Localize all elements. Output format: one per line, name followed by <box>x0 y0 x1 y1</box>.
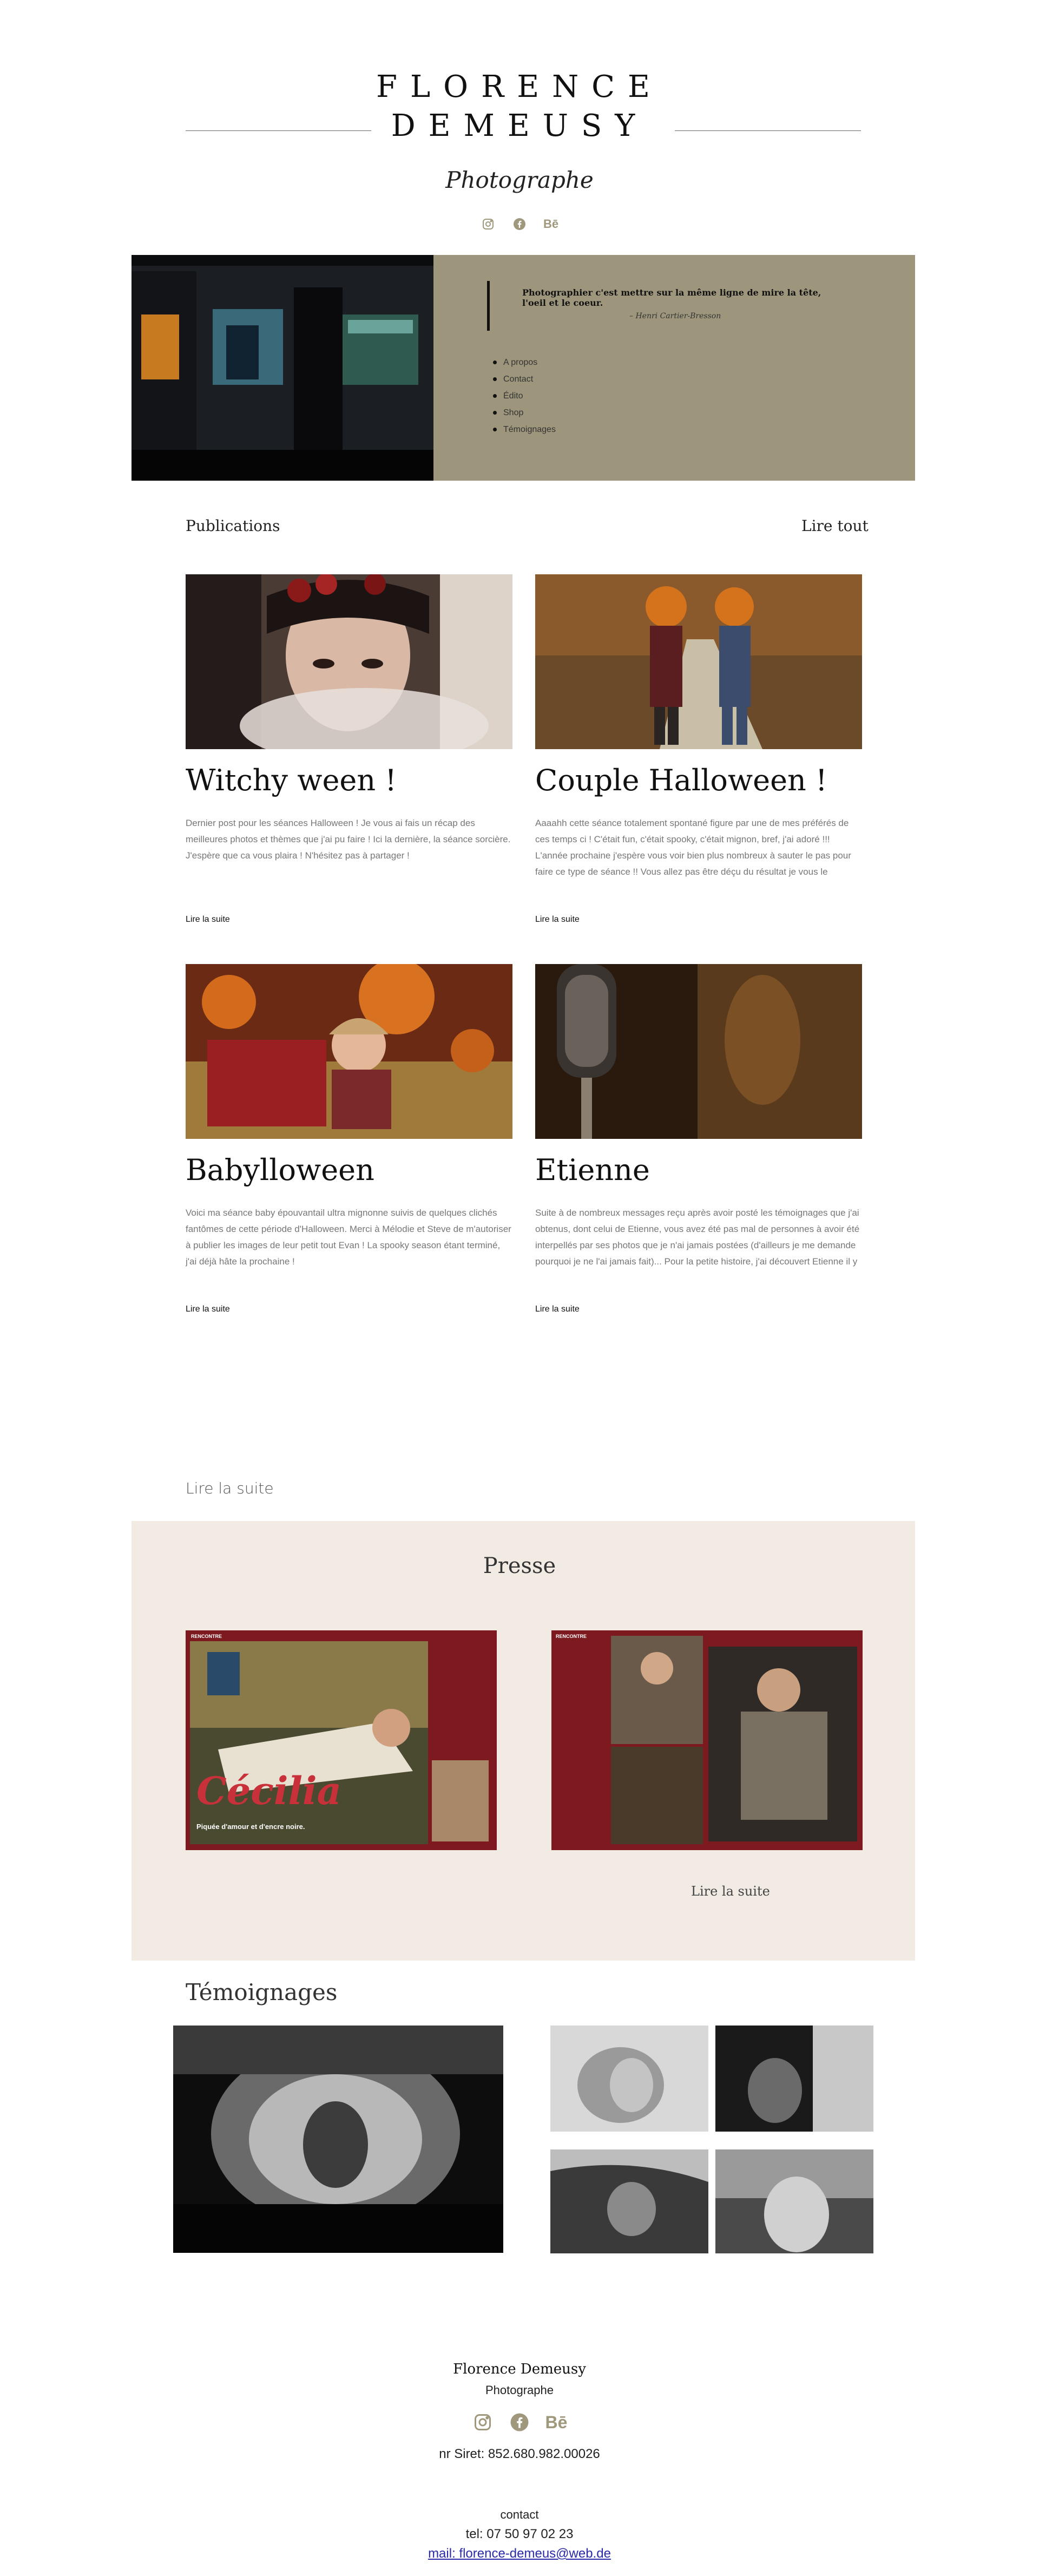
testimonial-photo[interactable] <box>715 2149 873 2253</box>
footer-contact-label: contact <box>500 2508 539 2521</box>
site-title[interactable]: FLORENCE DEMEUSY <box>0 68 1039 146</box>
quote-bar <box>487 281 490 331</box>
post-excerpt: Suite à de nombreux messages reçu après … <box>535 1208 860 1267</box>
temoignages-title: Témoignages <box>186 1979 338 2005</box>
social-bar-top: Bē <box>0 217 1039 232</box>
mag-caption: Piquée d'amour et d'encre noire. <box>196 1823 305 1831</box>
behance-icon[interactable]: Bē <box>543 217 558 232</box>
bullet-icon <box>493 360 497 364</box>
testimonial-photo[interactable] <box>550 2026 708 2132</box>
nav-label[interactable]: Contact <box>503 371 533 388</box>
bullet-icon <box>493 428 497 431</box>
mag-tag: RENCONTRE <box>191 1634 222 1639</box>
behance-icon[interactable]: Bē <box>545 2411 568 2433</box>
nav-label[interactable]: A propos <box>503 354 537 371</box>
nav-item-contact[interactable]: Contact <box>493 371 556 388</box>
facebook-icon[interactable] <box>509 2411 530 2433</box>
post-read-more-link[interactable]: Lire la suite <box>186 915 230 925</box>
site-title-line1[interactable]: FLORENCE <box>0 68 1039 107</box>
post-title[interactable]: Etienne <box>535 1153 650 1187</box>
publications-read-more-link[interactable]: Lire la suite <box>186 1479 274 1497</box>
post-read-more-link[interactable]: Lire la suite <box>186 1305 230 1314</box>
post-read-more-link[interactable]: Lire la suite <box>535 915 580 925</box>
post-excerpt: Voici ma séance baby épouvantail ultra m… <box>186 1208 511 1267</box>
testimonial-photo[interactable] <box>550 2149 708 2253</box>
hero-photo-subway <box>131 255 433 481</box>
mag-title: Cécilia <box>196 1768 342 1813</box>
title-divider-right <box>675 130 861 131</box>
title-divider-left <box>186 130 371 131</box>
hero-quote-author: – Henri Cartier-Bresson <box>629 312 721 320</box>
instagram-icon[interactable] <box>481 217 496 232</box>
publications-all-link[interactable]: Lire tout <box>801 517 869 535</box>
post-excerpt: Aaaahh cette séance totalement spontané … <box>535 818 851 877</box>
post-read-more-link[interactable]: Lire la suite <box>535 1305 580 1314</box>
presse-title: Presse <box>483 1554 556 1578</box>
post-title[interactable]: Couple Halloween ! <box>535 763 827 797</box>
mag-tag: RENCONTRE <box>556 1634 587 1639</box>
press-magazine-spread-2[interactable]: RENCONTRE <box>551 1630 863 1850</box>
post-image-couple-halloween[interactable] <box>535 574 862 749</box>
nav-label[interactable]: Témoignages <box>503 421 556 438</box>
hero-quote: Photographier c'est mettre sur la même l… <box>522 287 821 308</box>
post-title[interactable]: Witchy ween ! <box>186 763 397 797</box>
post-title[interactable]: Babylloween <box>186 1153 374 1187</box>
post-image-babylloween[interactable] <box>186 964 512 1139</box>
bullet-icon <box>493 377 497 381</box>
nav-item-edito[interactable]: Édito <box>493 388 556 404</box>
facebook-icon[interactable] <box>512 217 527 232</box>
instagram-icon[interactable] <box>472 2411 494 2433</box>
nav-item-shop[interactable]: Shop <box>493 404 556 421</box>
post-image-witchy-ween[interactable] <box>186 574 512 749</box>
site-subtitle: Photographe <box>445 167 594 193</box>
footer-role: Photographe <box>485 2383 554 2397</box>
nav-item-a-propos[interactable]: A propos <box>493 354 556 371</box>
testimonial-photo[interactable] <box>715 2026 873 2132</box>
site-title-line2[interactable]: DEMEUSY <box>0 107 1039 146</box>
post-excerpt: Dernier post pour les séances Halloween … <box>186 818 511 861</box>
press-magazine-spread-1[interactable]: Cécilia Piquée d'amour et d'encre noire.… <box>186 1630 497 1850</box>
post-image-etienne[interactable] <box>535 964 862 1139</box>
bullet-icon <box>493 411 497 415</box>
footer-siret: nr Siret: 852.680.982.00026 <box>439 2447 600 2461</box>
nav-label[interactable]: Édito <box>503 388 523 404</box>
nav-label[interactable]: Shop <box>503 404 523 421</box>
footer-email: mail: florence-demeus@web.de <box>0 2546 1039 2561</box>
presse-read-more-link[interactable]: Lire la suite <box>691 1884 770 1899</box>
footer-phone: tel: 07 50 97 02 23 <box>465 2527 574 2541</box>
hero-banner: Photographier c'est mettre sur la même l… <box>131 255 915 481</box>
publications-heading: Publications <box>186 517 280 535</box>
social-bar-bottom: Bē <box>0 2411 1039 2433</box>
footer-email-link[interactable]: mail: florence-demeus@web.de <box>428 2546 611 2561</box>
hero-nav: A propos Contact Édito Shop Témoignages <box>493 354 556 438</box>
bullet-icon <box>493 394 497 398</box>
footer-name: Florence Demeusy <box>453 2361 586 2377</box>
nav-item-temoignages[interactable]: Témoignages <box>493 421 556 438</box>
testimonial-photo-main[interactable] <box>173 2026 503 2253</box>
